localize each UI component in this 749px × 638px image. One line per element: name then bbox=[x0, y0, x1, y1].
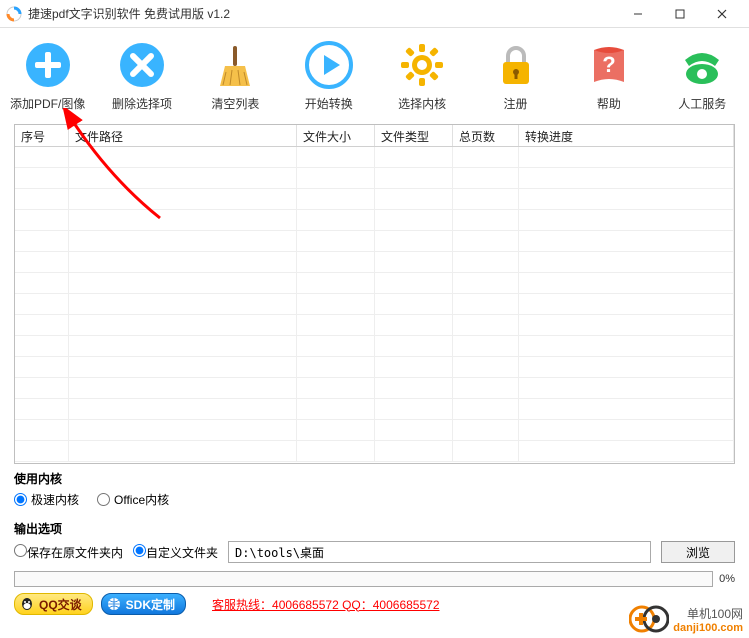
browse-button[interactable]: 浏览 bbox=[661, 541, 735, 563]
register-label: 注册 bbox=[504, 95, 528, 112]
clear-button[interactable]: 清空列表 bbox=[199, 39, 272, 112]
broom-icon bbox=[209, 39, 261, 91]
watermark-cn: 单机100网 bbox=[673, 605, 743, 622]
kernel-office-radio[interactable]: Office内核 bbox=[97, 491, 169, 508]
help-book-icon: ? bbox=[583, 39, 635, 91]
grid-header: 序号 文件路径 文件大小 文件类型 总页数 转换进度 bbox=[15, 125, 734, 147]
gear-icon bbox=[396, 39, 448, 91]
window-title: 捷速pdf文字识别软件 免费试用版 v1.2 bbox=[28, 5, 617, 22]
gamepad-icon bbox=[629, 602, 669, 636]
add-pdf-button[interactable]: 添加PDF/图像 bbox=[10, 39, 85, 112]
col-path[interactable]: 文件路径 bbox=[69, 125, 297, 146]
progress-percent: 0% bbox=[719, 573, 735, 585]
hotline-link[interactable]: 客服热线：4006685572 QQ：4006685572 bbox=[212, 596, 439, 613]
col-size[interactable]: 文件大小 bbox=[297, 125, 375, 146]
x-icon bbox=[116, 39, 168, 91]
kernel-fast-radio[interactable]: 极速内核 bbox=[14, 491, 79, 508]
minimize-button[interactable] bbox=[617, 1, 659, 27]
kernel-fast-input[interactable] bbox=[14, 493, 27, 506]
globe-icon bbox=[106, 596, 122, 612]
service-button[interactable]: 人工服务 bbox=[666, 39, 739, 112]
col-type[interactable]: 文件类型 bbox=[375, 125, 453, 146]
phone-icon bbox=[676, 39, 728, 91]
service-label: 人工服务 bbox=[678, 95, 726, 112]
help-button[interactable]: ? 帮助 bbox=[572, 39, 645, 112]
content-area: 序号 文件路径 文件大小 文件类型 总页数 转换进度 bbox=[0, 118, 749, 464]
save-orig-input[interactable] bbox=[14, 544, 27, 557]
kernel-label: 选择内核 bbox=[398, 95, 446, 112]
app-icon bbox=[6, 6, 22, 22]
file-grid[interactable]: 序号 文件路径 文件大小 文件类型 总页数 转换进度 bbox=[14, 124, 735, 464]
watermark-url: danji100.com bbox=[673, 622, 743, 634]
qq-chat-button[interactable]: QQ交谈 bbox=[14, 593, 93, 615]
toolbar: 添加PDF/图像 删除选择项 清空列表 开始转换 选择内核 注册 ? 帮助 bbox=[0, 28, 749, 118]
col-progress[interactable]: 转换进度 bbox=[519, 125, 734, 146]
lock-icon bbox=[490, 39, 542, 91]
play-icon bbox=[303, 39, 355, 91]
save-orig-label: 保存在原文件夹内 bbox=[27, 546, 123, 560]
kernel-button[interactable]: 选择内核 bbox=[385, 39, 458, 112]
kernel-section: 使用内核 极速内核 Office内核 bbox=[0, 464, 749, 514]
watermark: 单机100网 danji100.com bbox=[629, 602, 743, 636]
register-button[interactable]: 注册 bbox=[479, 39, 552, 112]
titlebar: 捷速pdf文字识别软件 免费试用版 v1.2 bbox=[0, 0, 749, 28]
save-orig-radio[interactable]: 保存在原文件夹内 bbox=[14, 544, 123, 561]
start-label: 开始转换 bbox=[305, 95, 353, 112]
help-label: 帮助 bbox=[597, 95, 621, 112]
qq-icon bbox=[19, 596, 35, 612]
sdk-label: SDK定制 bbox=[126, 596, 175, 613]
maximize-button[interactable] bbox=[659, 1, 701, 27]
kernel-title: 使用内核 bbox=[14, 470, 735, 487]
save-custom-radio[interactable]: 自定义文件夹 bbox=[133, 544, 218, 561]
plus-icon bbox=[22, 39, 74, 91]
clear-label: 清空列表 bbox=[211, 95, 259, 112]
output-title: 输出选项 bbox=[14, 520, 735, 537]
kernel-office-input[interactable] bbox=[97, 493, 110, 506]
grid-body bbox=[15, 147, 734, 463]
save-custom-label: 自定义文件夹 bbox=[146, 546, 218, 560]
kernel-office-label: Office内核 bbox=[114, 491, 169, 508]
add-pdf-label: 添加PDF/图像 bbox=[10, 95, 85, 112]
output-path-input[interactable] bbox=[228, 541, 651, 563]
kernel-fast-label: 极速内核 bbox=[31, 491, 79, 508]
output-section: 输出选项 保存在原文件夹内 自定义文件夹 浏览 bbox=[0, 514, 749, 565]
remove-label: 删除选择项 bbox=[112, 95, 172, 112]
progress-section: 0% bbox=[0, 565, 749, 589]
qq-chat-label: QQ交谈 bbox=[39, 596, 82, 613]
close-button[interactable] bbox=[701, 1, 743, 27]
sdk-button[interactable]: SDK定制 bbox=[101, 593, 186, 615]
remove-button[interactable]: 删除选择项 bbox=[105, 39, 178, 112]
save-custom-input[interactable] bbox=[133, 544, 146, 557]
start-button[interactable]: 开始转换 bbox=[292, 39, 365, 112]
col-seq[interactable]: 序号 bbox=[15, 125, 69, 146]
col-pages[interactable]: 总页数 bbox=[453, 125, 519, 146]
progress-bar bbox=[14, 571, 713, 587]
svg-text:?: ? bbox=[602, 52, 615, 77]
